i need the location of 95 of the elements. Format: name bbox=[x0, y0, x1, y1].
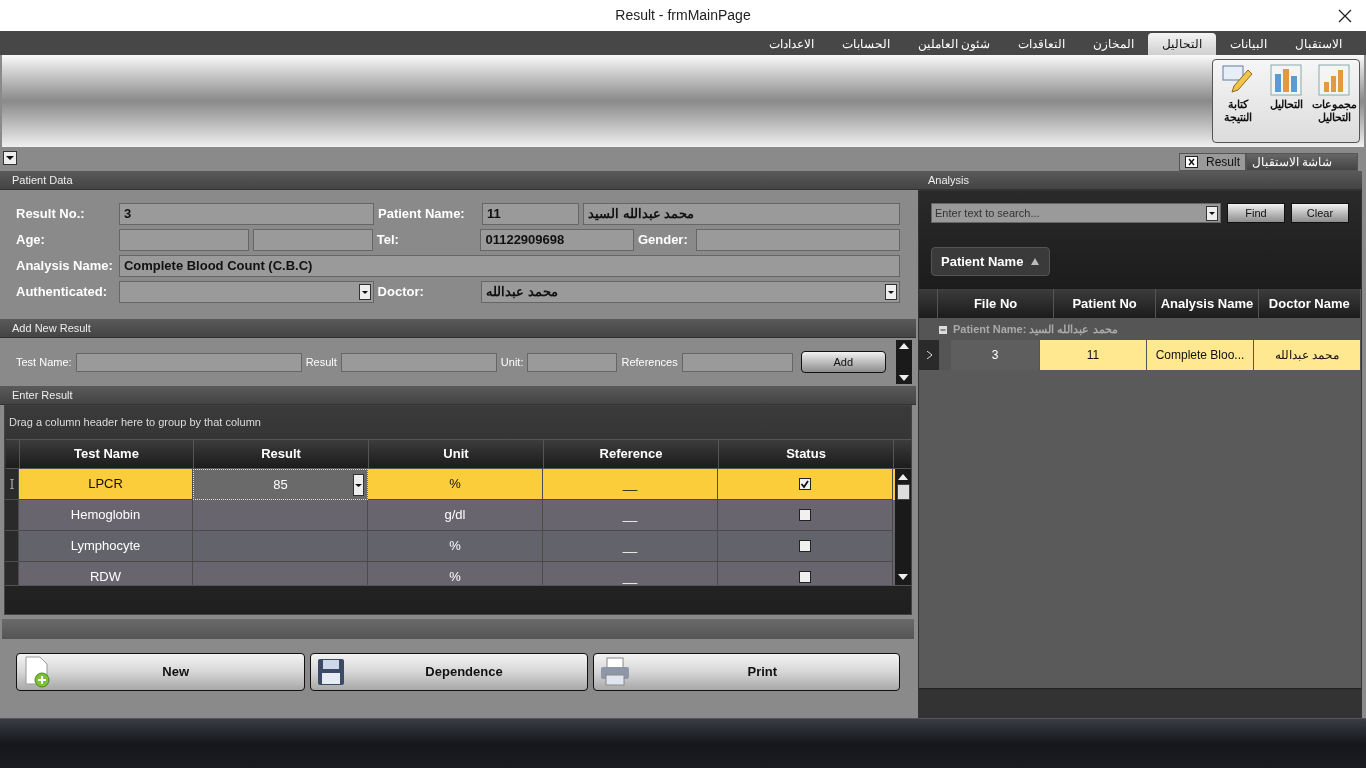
find-button[interactable]: Find bbox=[1227, 203, 1285, 223]
text-field[interactable]: 11 bbox=[482, 203, 579, 225]
column-header[interactable]: Unit bbox=[369, 440, 544, 468]
ribbon-tab[interactable]: الحسابات bbox=[827, 33, 904, 55]
field-label: Authenticated: bbox=[16, 283, 108, 302]
table-row[interactable]: Hemoglobin g/dl __ bbox=[5, 500, 895, 531]
section-header: Add New Result bbox=[0, 319, 916, 338]
group-hint: Drag a column header here to group by that column bbox=[8, 415, 262, 430]
table-cell: 11 bbox=[1040, 340, 1147, 370]
column-chart-icon bbox=[1270, 64, 1302, 96]
close-icon[interactable] bbox=[1185, 156, 1198, 168]
scroll-up-icon[interactable] bbox=[899, 343, 909, 349]
table-row[interactable]: RDW % __ bbox=[5, 562, 895, 585]
sort-ascending-icon bbox=[1031, 258, 1040, 265]
text-field[interactable]: Complete Blood Count (C.B.C) bbox=[118, 255, 900, 277]
field-label: Patient Name: bbox=[378, 205, 466, 224]
result-editor[interactable]: 85 bbox=[193, 469, 368, 500]
text-field[interactable] bbox=[695, 229, 900, 251]
table-cell: __ bbox=[543, 562, 718, 585]
text-field[interactable] bbox=[118, 229, 250, 251]
field-label: Tel: bbox=[376, 231, 400, 250]
add-button[interactable]: Add bbox=[800, 351, 886, 373]
column-header[interactable]: Reference bbox=[544, 440, 719, 468]
group-by-chip[interactable]: Patient Name bbox=[931, 247, 1050, 276]
document-tab[interactable]: Result bbox=[1179, 153, 1246, 171]
dropdown-field[interactable] bbox=[118, 281, 374, 303]
pencil-icon bbox=[1222, 64, 1254, 96]
column-header[interactable]: Patient No bbox=[1053, 289, 1157, 318]
text-field[interactable]: محمد عبدالله السيد bbox=[583, 203, 900, 225]
column-header[interactable]: Analysis Name bbox=[1156, 289, 1259, 318]
text-field[interactable] bbox=[75, 352, 302, 372]
dropdown-field[interactable]: محمد عبدالله bbox=[481, 281, 900, 303]
table-cell: % bbox=[368, 562, 543, 585]
clear-button[interactable]: Clear bbox=[1291, 203, 1349, 223]
scrollbar[interactable] bbox=[896, 340, 912, 384]
column-header[interactable]: Doctor Name bbox=[1258, 289, 1361, 318]
ribbon-button[interactable]: التحاليل bbox=[1263, 64, 1309, 111]
text-field[interactable] bbox=[253, 229, 373, 251]
new-document-icon bbox=[22, 656, 52, 688]
scrollbar[interactable] bbox=[895, 469, 911, 585]
table-row[interactable]: Lymphocyte % __ bbox=[5, 531, 895, 562]
checkbox[interactable] bbox=[799, 478, 811, 490]
ribbon-button[interactable]: كتابة النتيجة bbox=[1215, 64, 1261, 124]
section-header: Enter Result bbox=[0, 386, 916, 405]
close-icon[interactable] bbox=[1338, 9, 1352, 23]
scroll-up-icon[interactable] bbox=[898, 474, 908, 480]
field-label: Unit: bbox=[500, 354, 524, 370]
table-cell: 3 bbox=[951, 340, 1040, 370]
field-label: Analysis Name: bbox=[16, 257, 114, 276]
table-row[interactable]: LPCR 85 % __ bbox=[5, 469, 895, 500]
column-header[interactable]: File No bbox=[938, 289, 1054, 318]
scroll-down-icon[interactable] bbox=[899, 375, 909, 381]
scroll-down-icon[interactable] bbox=[898, 574, 908, 580]
action-button[interactable]: New bbox=[16, 653, 306, 691]
ribbon-tab[interactable]: شئون العاملين bbox=[903, 33, 1004, 55]
field-label: Gender: bbox=[637, 231, 689, 250]
action-button[interactable]: Print bbox=[592, 653, 900, 691]
section-header: Patient Data bbox=[0, 171, 916, 190]
table-cell: Complete Bloo... bbox=[1147, 340, 1254, 370]
field-label: Result No.: bbox=[16, 205, 86, 224]
action-button[interactable]: Dependence bbox=[310, 653, 588, 691]
text-field[interactable] bbox=[681, 352, 793, 372]
checkbox[interactable] bbox=[799, 571, 811, 583]
checkbox[interactable] bbox=[799, 509, 811, 521]
field-label: References bbox=[621, 354, 678, 370]
printer-icon bbox=[598, 657, 631, 687]
group-row-label: Patient Name: محمد عبدالله السيد bbox=[953, 322, 1118, 338]
ribbon-tab[interactable]: البيانات bbox=[1216, 33, 1281, 55]
field-label: Result bbox=[305, 354, 337, 370]
field-label: Test Name: bbox=[16, 354, 72, 370]
text-field[interactable]: 3 bbox=[119, 203, 374, 225]
search-field[interactable]: Enter text to search... bbox=[931, 203, 1221, 223]
window-title: Result - frmMainPage bbox=[615, 6, 751, 25]
document-tab[interactable]: شاشة الاستقبال bbox=[1246, 153, 1358, 171]
table-cell: محمد عبدالله bbox=[1254, 340, 1361, 370]
text-field[interactable] bbox=[527, 352, 618, 372]
scroll-thumb[interactable] bbox=[896, 484, 910, 500]
ribbon-tab[interactable]: الاعدادات bbox=[754, 33, 828, 55]
field-label: Age: bbox=[16, 231, 46, 250]
text-field[interactable] bbox=[340, 352, 497, 372]
table-cell: RDW bbox=[19, 562, 193, 585]
checkbox[interactable] bbox=[799, 540, 811, 552]
ribbon-button[interactable]: مجموعات التحاليل bbox=[1311, 64, 1357, 124]
field-label: Doctor: bbox=[377, 283, 425, 302]
collapse-icon[interactable] bbox=[939, 325, 947, 334]
column-header[interactable]: Status bbox=[719, 440, 894, 468]
ribbon-tab[interactable]: التعاقدات bbox=[1004, 33, 1079, 55]
column-header[interactable]: Result bbox=[194, 440, 369, 468]
text-field[interactable]: 01122909698 bbox=[480, 229, 634, 251]
ribbon-tab[interactable]: التحاليل bbox=[1148, 33, 1216, 55]
ribbon-tab[interactable]: الاستقبال bbox=[1281, 33, 1356, 55]
bar-chart-icon bbox=[1318, 64, 1350, 96]
column-header[interactable]: Test Name bbox=[20, 440, 194, 468]
section-header: Analysis bbox=[916, 171, 1362, 190]
ribbon-tab[interactable]: المخازن bbox=[1079, 33, 1148, 55]
